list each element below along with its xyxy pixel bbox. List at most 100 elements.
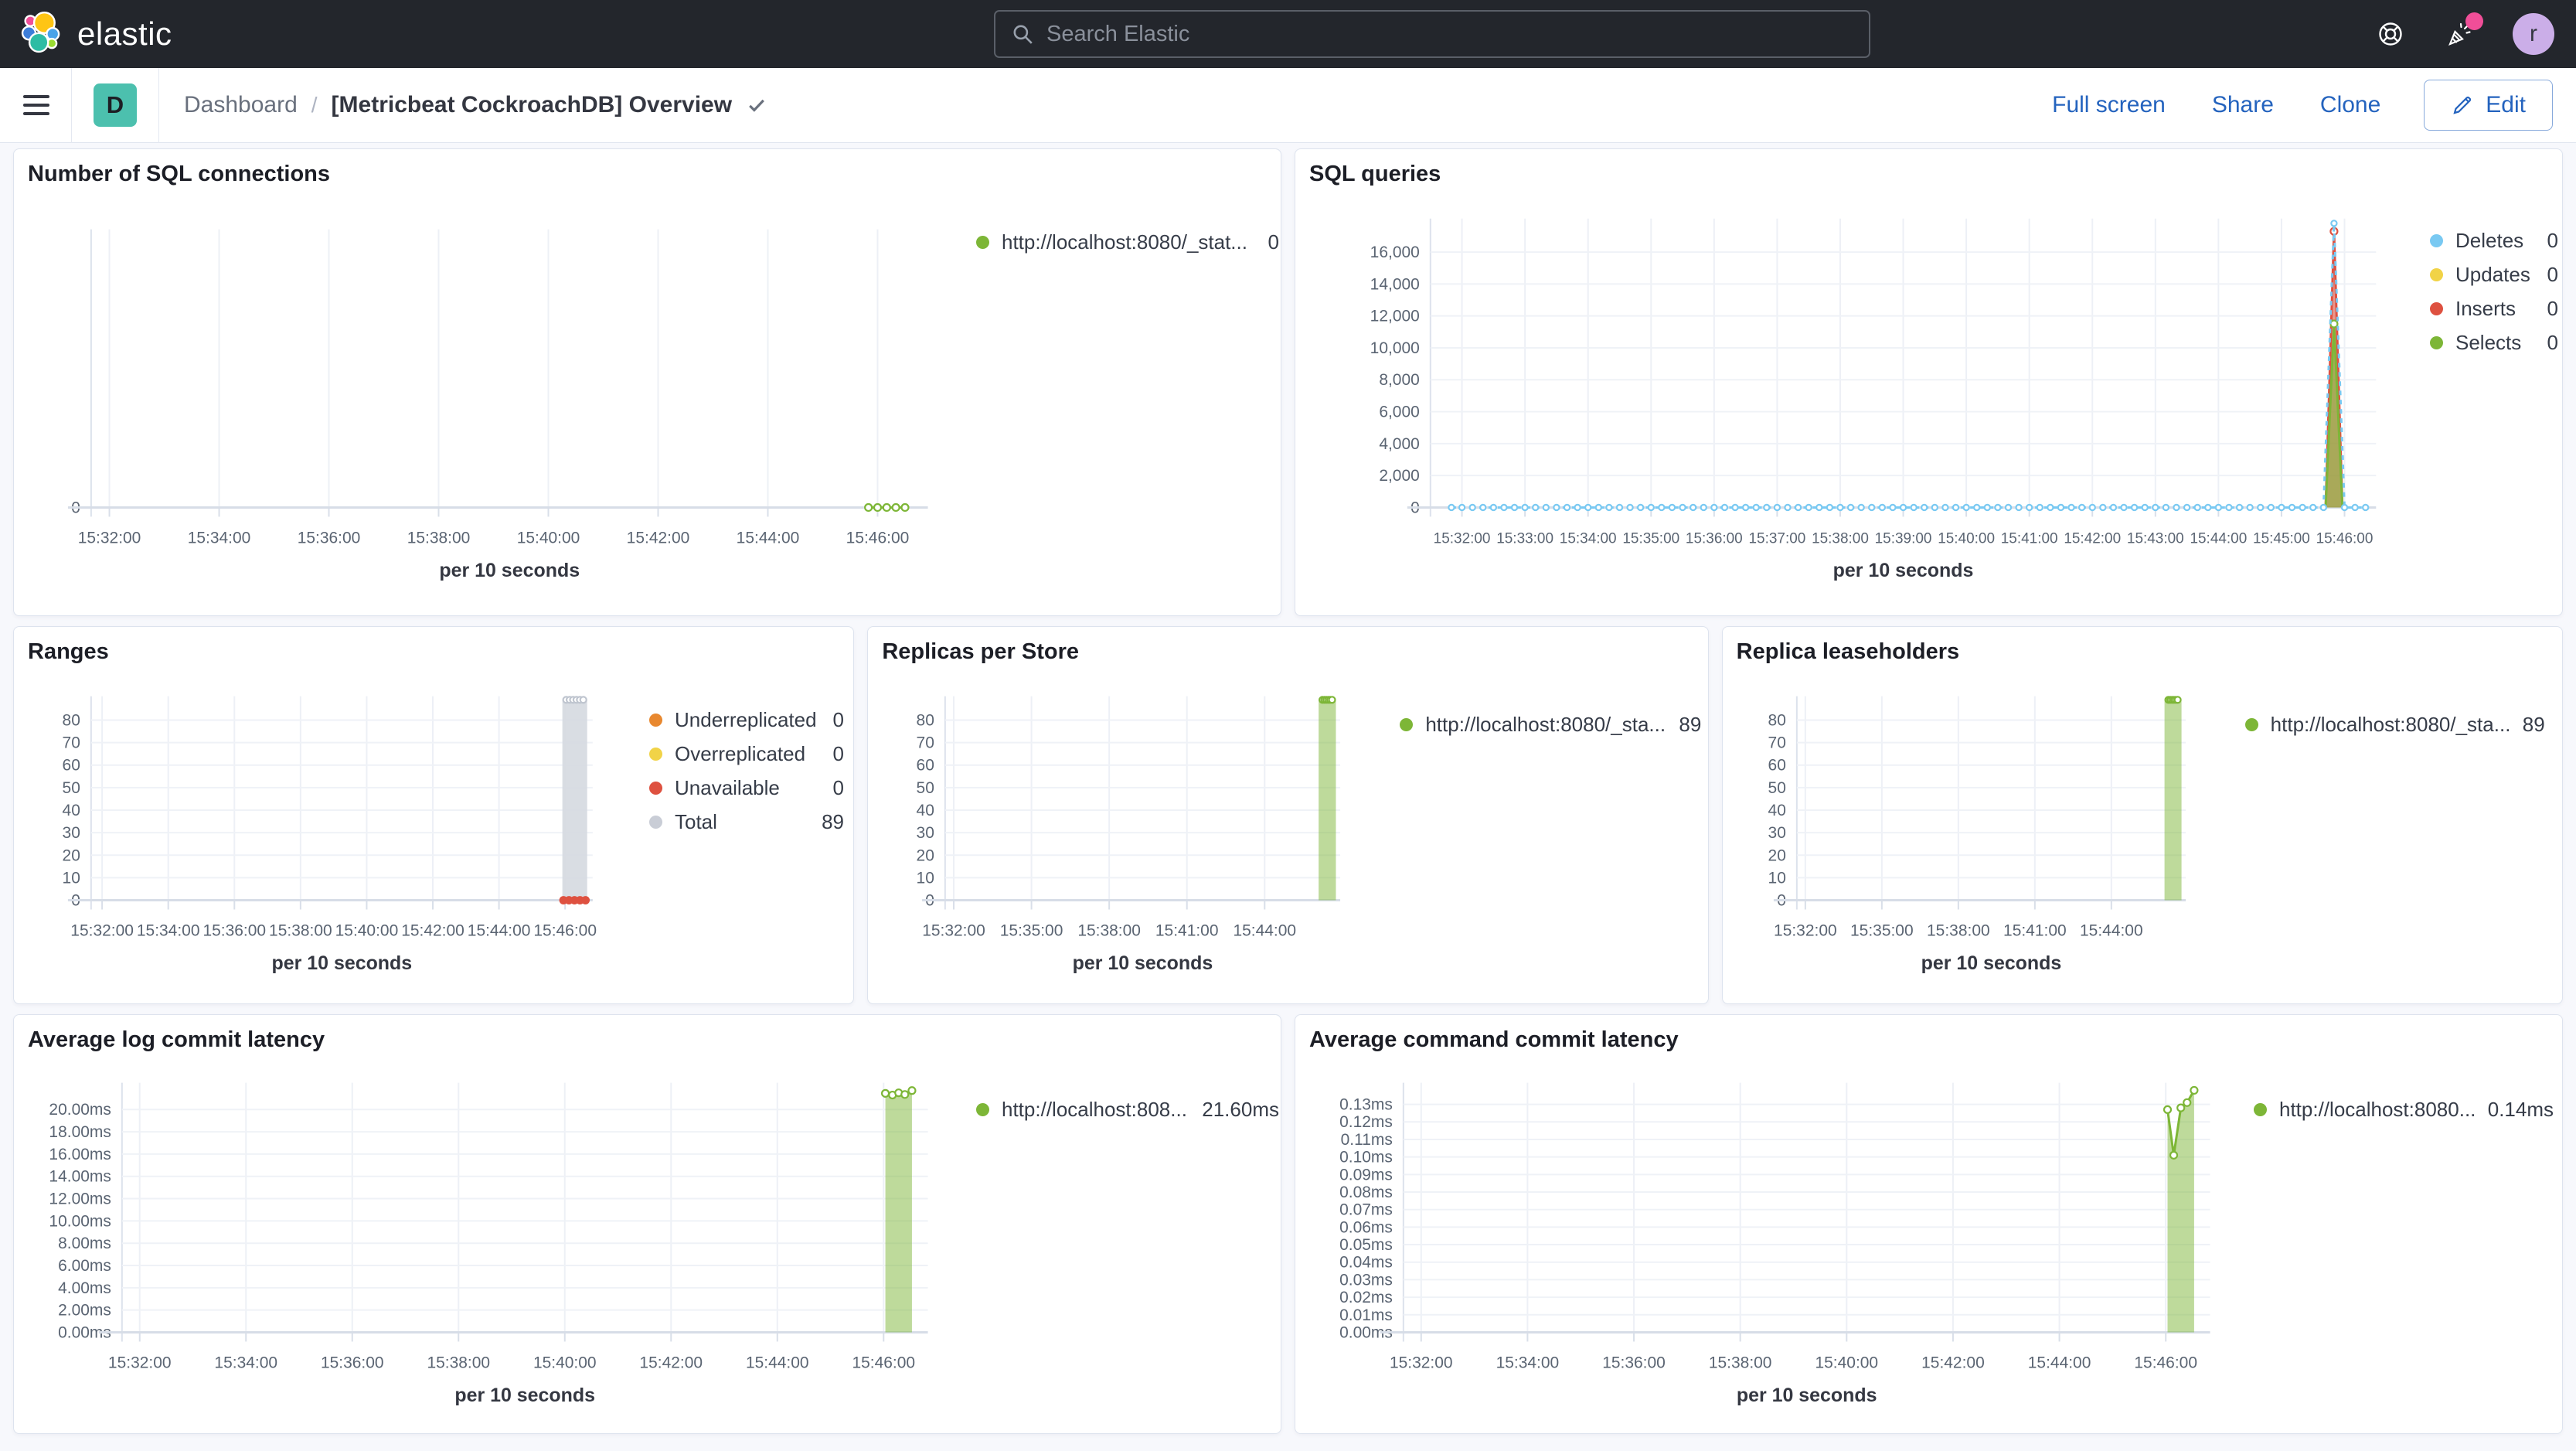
svg-text:per 10 seconds: per 10 seconds: [1833, 560, 1974, 581]
svg-text:0.13ms: 0.13ms: [1339, 1096, 1393, 1114]
legend-color-dot: [649, 747, 662, 761]
legend-value: 0: [832, 775, 844, 799]
svg-text:30: 30: [917, 824, 934, 842]
top-app-bar: elastic Search Elastic r: [0, 0, 2576, 68]
svg-text:6,000: 6,000: [1379, 404, 1419, 421]
legend-item[interactable]: Deletes 0: [2430, 223, 2558, 257]
chart-legend: Deletes 0 Updates 0 Inserts 0 Selects 0: [2430, 223, 2558, 359]
legend-color-dot: [649, 713, 662, 727]
svg-text:15:41:00: 15:41:00: [2003, 921, 2067, 939]
legend-value: 0: [2547, 262, 2558, 286]
legend-label: http://localhost:8080/_sta...: [2270, 712, 2511, 736]
user-avatar[interactable]: r: [2513, 13, 2554, 55]
legend-item[interactable]: Selects 0: [2430, 325, 2558, 359]
svg-text:15:40:00: 15:40:00: [533, 1354, 597, 1371]
svg-text:15:36:00: 15:36:00: [202, 921, 266, 939]
svg-text:per 10 seconds: per 10 seconds: [272, 952, 413, 974]
svg-text:20: 20: [1768, 846, 1785, 864]
svg-text:15:44:00: 15:44:00: [746, 1354, 809, 1371]
legend-color-dot: [2430, 301, 2443, 315]
svg-text:40: 40: [917, 802, 934, 819]
svg-text:15:42:00: 15:42:00: [2064, 530, 2121, 547]
svg-text:15:35:00: 15:35:00: [1000, 921, 1063, 939]
svg-text:15:32:00: 15:32:00: [1774, 921, 1837, 939]
legend-item[interactable]: Overreplicated 0: [649, 737, 844, 771]
panel-title: Average log commit latency: [28, 1027, 325, 1052]
legend-label: Unavailable: [675, 775, 780, 799]
svg-text:15:32:00: 15:32:00: [923, 921, 986, 939]
panel-number-of-sql-connections: Number of SQL connections 15:32:00 15:34:…: [13, 148, 1281, 616]
svg-text:15:44:00: 15:44:00: [737, 529, 800, 547]
sql-connections-chart: 15:32:00 15:34:00 15:36:00 15:38:00 15:40:00…: [67, 229, 928, 581]
legend-item[interactable]: http://localhost:8080/_sta... 89: [1400, 707, 1701, 741]
svg-text:15:46:00: 15:46:00: [846, 529, 910, 547]
svg-text:0.07ms: 0.07ms: [1339, 1201, 1393, 1219]
legend-item[interactable]: Total 89: [649, 805, 844, 839]
legend-label: http://localhost:8080/_stat...: [1002, 230, 1247, 254]
legend-item[interactable]: http://localhost:8080/_stat... 0: [976, 225, 1279, 259]
divider: [158, 67, 159, 143]
chart-legend: http://localhost:8080/_sta... 89: [2244, 707, 2545, 741]
menu-button[interactable]: [23, 95, 49, 115]
svg-text:4.00ms: 4.00ms: [58, 1279, 111, 1297]
full-screen-button[interactable]: Full screen: [2052, 92, 2166, 118]
legend-item[interactable]: Updates 0: [2430, 257, 2558, 291]
chart-legend: http://localhost:8080... 0.14ms: [2254, 1092, 2554, 1126]
panel-title: SQL queries: [1309, 162, 1441, 186]
svg-text:0.01ms: 0.01ms: [1339, 1306, 1393, 1324]
elastic-logo[interactable]: elastic: [0, 12, 172, 56]
legend-item[interactable]: Unavailable 0: [649, 771, 844, 805]
legend-item[interactable]: http://localhost:8080... 0.14ms: [2254, 1092, 2554, 1126]
edit-button[interactable]: Edit: [2424, 80, 2553, 131]
legend-item[interactable]: http://localhost:8080/_sta... 89: [2244, 707, 2545, 741]
panel-sql-queries: SQL queries 15:32:00 15:33:00 15:34:00 15:3…: [1295, 148, 2563, 616]
svg-text:8,000: 8,000: [1379, 371, 1419, 389]
chart-legend: http://localhost:8080/_stat... 0: [976, 225, 1279, 259]
pencil-icon: [2453, 96, 2472, 114]
svg-text:0.10ms: 0.10ms: [1339, 1149, 1393, 1167]
legend-item[interactable]: Underreplicated 0: [649, 703, 844, 737]
avg-command-commit-latency-chart: 15:32:00 15:34:00 15:36:00 15:38:00 15:40:00…: [1339, 1082, 2210, 1406]
chart-legend: http://localhost:808... 21.60ms: [976, 1092, 1279, 1126]
legend-label: Underreplicated: [675, 707, 817, 731]
svg-text:15:46:00: 15:46:00: [533, 921, 597, 939]
help-button[interactable]: [2374, 17, 2408, 51]
panel-avg-command-commit-latency: Average command commit latency 15:32:00 1…: [1295, 1014, 2563, 1434]
svg-text:15:37:00: 15:37:00: [1749, 530, 1806, 547]
svg-text:0.12ms: 0.12ms: [1339, 1113, 1393, 1131]
search-input[interactable]: [1046, 21, 1853, 47]
divider: [71, 67, 72, 143]
clone-button[interactable]: Clone: [2320, 92, 2380, 118]
svg-text:15:46:00: 15:46:00: [2134, 1354, 2197, 1371]
legend-value: 0: [2547, 228, 2558, 252]
share-button[interactable]: Share: [2212, 92, 2274, 118]
svg-text:14.00ms: 14.00ms: [49, 1168, 111, 1186]
svg-text:15:42:00: 15:42:00: [639, 1354, 703, 1371]
svg-text:15:36:00: 15:36:00: [298, 529, 361, 547]
legend-label: http://localhost:8080...: [2279, 1097, 2476, 1121]
legend-label: http://localhost:808...: [1002, 1097, 1187, 1121]
svg-text:15:41:00: 15:41:00: [2001, 530, 2058, 547]
svg-text:per 10 seconds: per 10 seconds: [1921, 952, 2061, 974]
legend-color-dot: [2430, 267, 2443, 281]
elastic-logo-icon: [21, 12, 60, 53]
svg-text:70: 70: [917, 734, 934, 752]
edit-button-label: Edit: [2486, 92, 2526, 118]
panel-title: Replicas per Store: [882, 639, 1079, 664]
svg-text:15:38:00: 15:38:00: [269, 921, 332, 939]
svg-text:15:32:00: 15:32:00: [1434, 530, 1491, 547]
breadcrumb-dashboard[interactable]: Dashboard: [184, 92, 298, 118]
svg-text:6.00ms: 6.00ms: [58, 1257, 111, 1275]
global-search[interactable]: [994, 10, 1870, 58]
svg-text:15:41:00: 15:41:00: [1155, 921, 1219, 939]
whats-new-button[interactable]: [2443, 12, 2483, 51]
legend-item[interactable]: Inserts 0: [2430, 291, 2558, 325]
panel-title: Number of SQL connections: [28, 162, 331, 186]
legend-label: http://localhost:8080/_sta...: [1425, 712, 1666, 736]
legend-item[interactable]: http://localhost:808... 21.60ms: [976, 1092, 1279, 1126]
space-badge[interactable]: D: [94, 83, 137, 127]
svg-text:15:46:00: 15:46:00: [2316, 530, 2374, 547]
svg-text:10.00ms: 10.00ms: [49, 1212, 111, 1230]
avg-log-commit-latency-chart: 15:32:00 15:34:00 15:36:00 15:38:00 15:40:00…: [49, 1082, 928, 1406]
title-check-button[interactable]: [746, 94, 767, 116]
